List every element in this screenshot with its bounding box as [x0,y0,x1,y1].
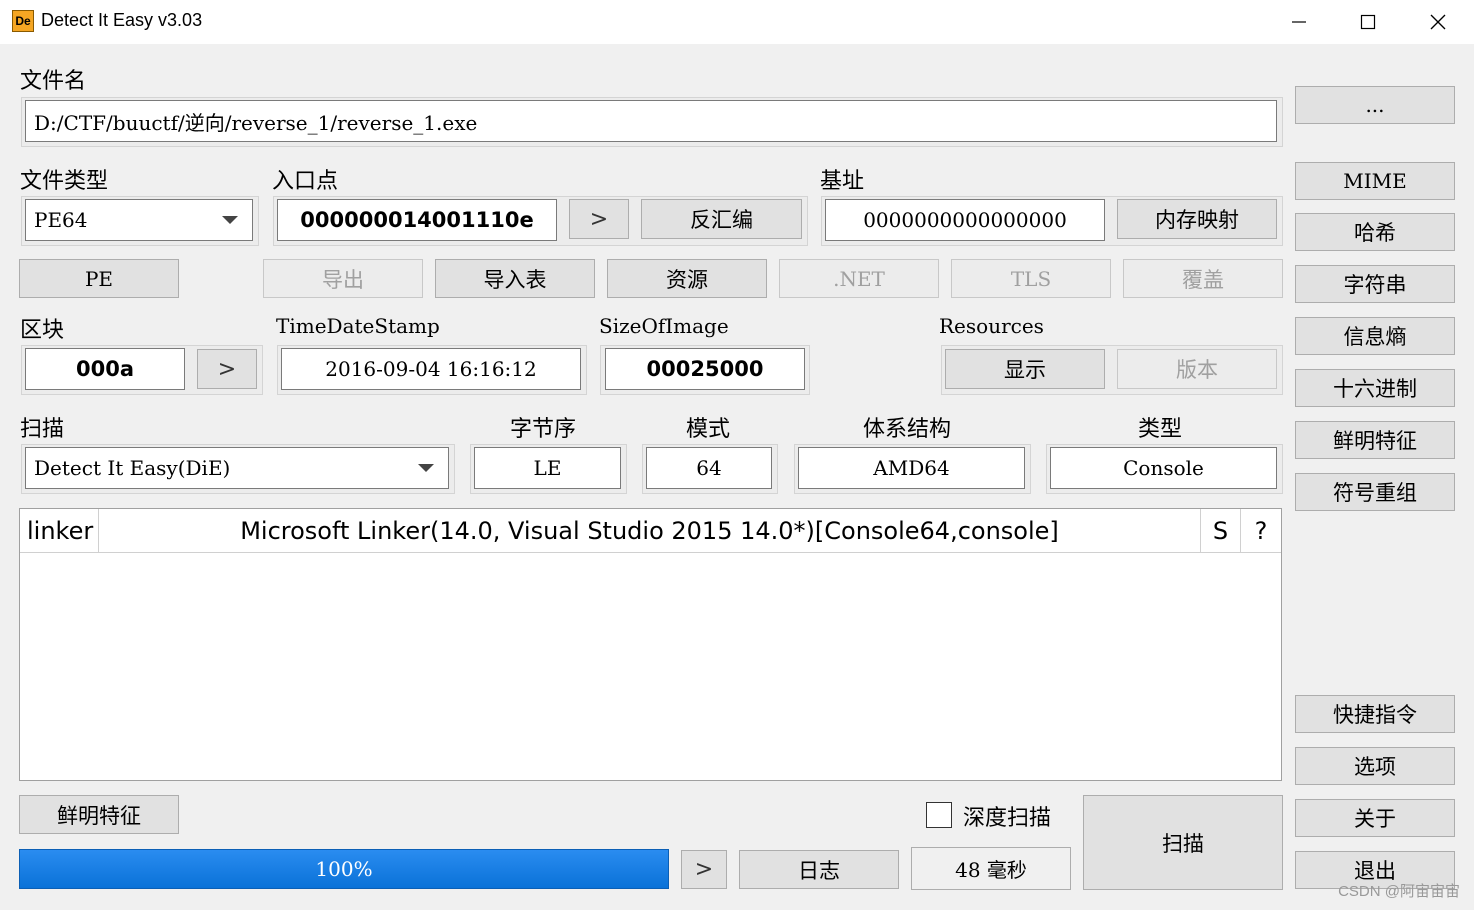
result-help-cell[interactable]: ? [1241,509,1281,553]
hash-button[interactable]: 哈希 [1295,213,1455,251]
hex-button[interactable]: 十六进制 [1295,369,1455,407]
chevron-right-icon: > [589,206,609,232]
result-type-cell[interactable]: linker [20,509,99,553]
file-name-label: 文件名 [20,69,87,94]
mode-field[interactable]: 64 [646,447,772,489]
net-button[interactable]: .NET [779,259,939,298]
file-type-label: 文件类型 [20,169,109,194]
sections-field[interactable]: 000a [25,348,185,390]
about-button[interactable]: 关于 [1295,799,1455,837]
size-of-image-label: SizeOfImage [599,314,729,338]
progress-text: 100% [315,857,373,881]
resources-version-button[interactable]: 版本 [1117,349,1277,389]
disassemble-button[interactable]: 反汇编 [641,199,802,239]
close-button[interactable] [1415,0,1461,44]
app-icon: De [12,10,34,32]
chevron-down-icon [418,464,434,472]
base-address-field[interactable]: 0000000000000000 [825,199,1105,241]
demangle-button[interactable]: 符号重组 [1295,473,1455,511]
timestamp-field[interactable]: 2016-09-04 16:16:12 [281,348,581,390]
type-label: 类型 [1138,417,1183,442]
export-button[interactable]: 导出 [263,259,423,298]
type-field[interactable]: Console [1050,447,1277,489]
watermark: CSDN @阿宙宙宙 [1338,883,1460,900]
mode-label: 模式 [686,417,731,442]
overlay-button[interactable]: 覆盖 [1123,259,1283,298]
signatures-side-button[interactable]: 鲜明特征 [1295,421,1455,459]
sections-label: 区块 [20,318,65,343]
endianness-field[interactable]: LE [474,447,621,489]
resources-label: Resources [939,314,1044,338]
scan-button[interactable]: 扫描 [1083,795,1283,890]
progress-next-button[interactable]: > [681,850,727,889]
memory-map-button[interactable]: 内存映射 [1117,199,1277,239]
entry-point-field[interactable]: 000000014001110e [277,199,557,241]
maximize-icon [1360,14,1376,30]
close-icon [1430,14,1446,30]
progress-bar: 100% [19,849,669,889]
scan-engine-value: Detect It Easy(DiE) [34,456,231,480]
options-button[interactable]: 选项 [1295,747,1455,785]
window-title: Detect It Easy v3.03 [41,10,203,30]
minimize-icon [1292,21,1306,23]
mime-button[interactable]: MIME [1295,162,1455,200]
minimize-button[interactable] [1276,0,1322,44]
pe-button[interactable]: PE [19,259,179,298]
resources-show-button[interactable]: 显示 [945,349,1105,389]
file-type-select[interactable]: PE64 [25,199,253,241]
deep-scan-checkbox[interactable] [926,802,952,828]
shortcuts-button[interactable]: 快捷指令 [1295,695,1455,733]
arch-field[interactable]: AMD64 [798,447,1025,489]
entry-point-label: 入口点 [272,169,339,194]
signatures-bottom-button[interactable]: 鲜明特征 [19,795,179,834]
title-bar [0,0,1474,44]
sections-goto-button[interactable]: > [197,349,257,389]
base-address-label: 基址 [820,169,865,194]
strings-button[interactable]: 字符串 [1295,265,1455,303]
arch-label: 体系结构 [863,417,952,442]
maximize-button[interactable] [1345,0,1391,44]
scan-time-field: 48 毫秒 [911,847,1071,890]
resources-button[interactable]: 资源 [607,259,767,298]
timestamp-label: TimeDateStamp [276,314,440,338]
chevron-down-icon [222,216,238,224]
log-button[interactable]: 日志 [739,850,899,889]
tls-button[interactable]: TLS [951,259,1111,298]
results-table[interactable]: linker Microsoft Linker(14.0, Visual Stu… [19,508,1282,781]
size-of-image-field[interactable]: 00025000 [605,348,805,390]
chevron-right-icon: > [694,857,714,882]
scan-label: 扫描 [20,417,65,442]
endianness-label: 字节序 [510,417,577,442]
result-name-cell[interactable]: Microsoft Linker(14.0, Visual Studio 201… [99,509,1201,553]
browse-button[interactable]: ... [1295,86,1455,124]
result-s-cell[interactable]: S [1201,509,1241,553]
scan-engine-select[interactable]: Detect It Easy(DiE) [25,447,449,489]
import-button[interactable]: 导入表 [435,259,595,298]
file-type-value: PE64 [34,208,88,232]
entropy-button[interactable]: 信息熵 [1295,317,1455,355]
chevron-right-icon: > [217,356,237,382]
deep-scan-label: 深度扫描 [963,806,1052,831]
entry-point-goto-button[interactable]: > [569,199,629,239]
file-path-input[interactable]: D:/CTF/buuctf/逆向/reverse_1/reverse_1.exe [25,100,1277,142]
